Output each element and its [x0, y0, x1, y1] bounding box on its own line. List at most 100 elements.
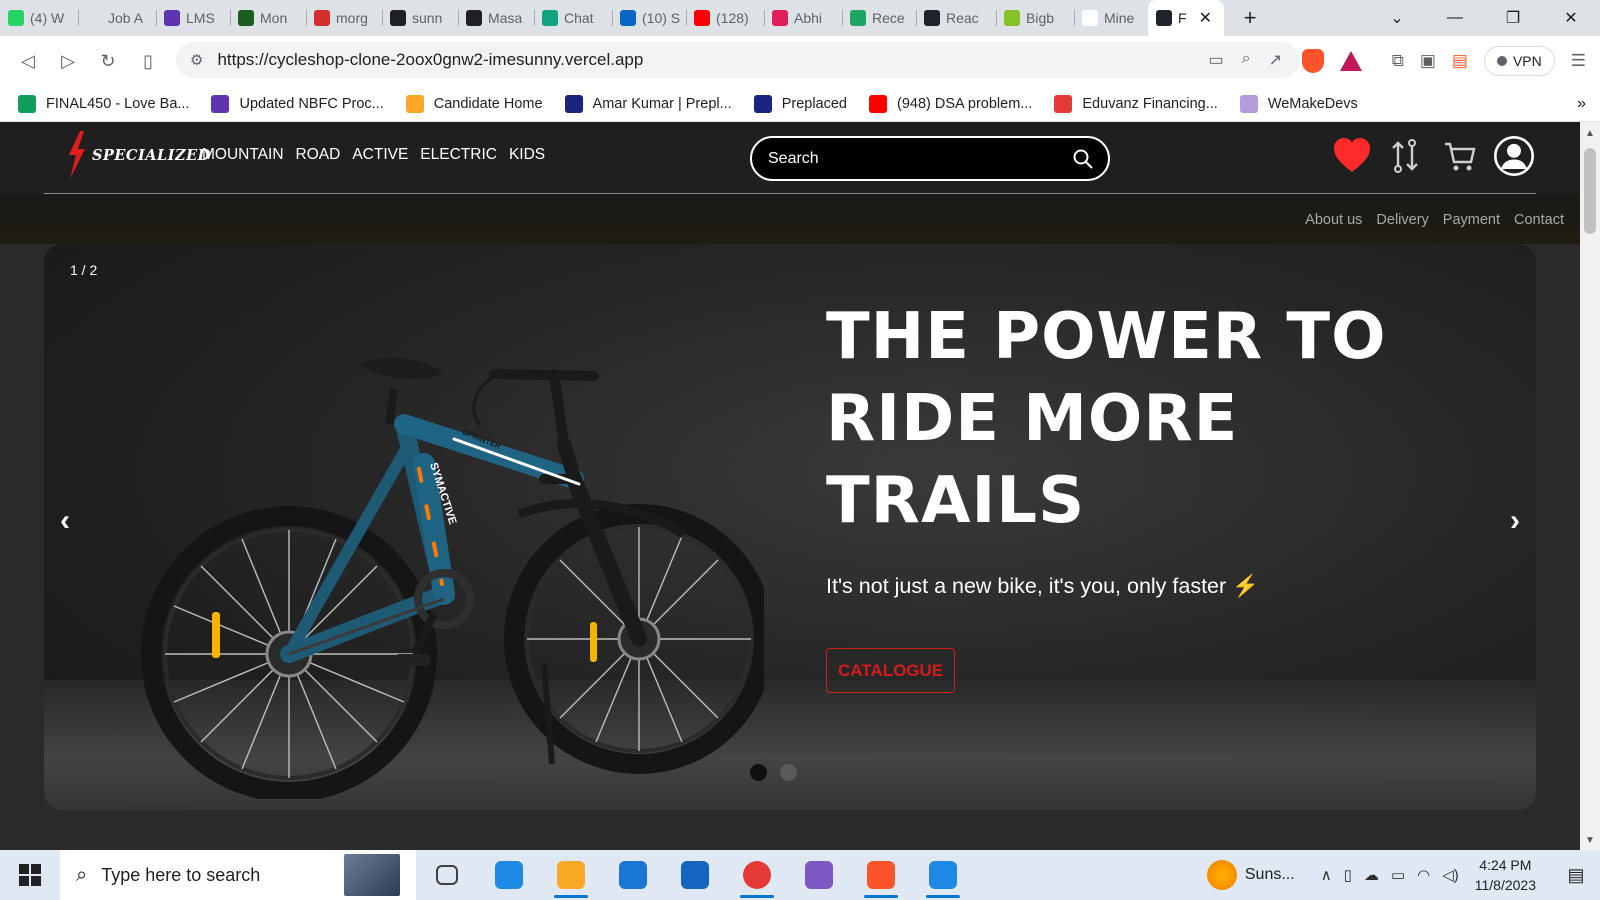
battery-icon[interactable]: ▭: [1391, 866, 1405, 884]
search-input[interactable]: [768, 149, 1072, 168]
bookmark-item[interactable]: FINAL450 - Love Ba...: [18, 94, 189, 113]
vpn-button[interactable]: VPN: [1483, 46, 1555, 76]
taskbar-search[interactable]: ⌕ Type here to search: [60, 850, 416, 900]
sidebar-icon[interactable]: ▣: [1420, 51, 1436, 71]
github-icon: [390, 10, 406, 26]
browser-tab[interactable]: LMS: [156, 0, 230, 36]
taskbar-app[interactable]: [416, 850, 478, 900]
bookmark-item[interactable]: Candidate Home: [405, 94, 543, 113]
compare-button[interactable]: [1386, 134, 1426, 178]
scroll-down-icon[interactable]: ▼: [1585, 835, 1595, 846]
carousel-dot[interactable]: [780, 764, 797, 781]
new-tab-button[interactable]: +: [1232, 0, 1268, 36]
close-tab-icon[interactable]: ✕: [1199, 8, 1212, 28]
taskbar-app[interactable]: [602, 850, 664, 900]
brave-shields-icon[interactable]: [1301, 49, 1324, 73]
chatgpt-icon: [542, 10, 558, 26]
bookmark-item[interactable]: Updated NBFC Proc...: [211, 94, 384, 113]
wishlist-button[interactable]: [1332, 134, 1372, 178]
bookmark-item[interactable]: Amar Kumar | Prepl...: [564, 94, 732, 113]
weather-widget[interactable]: Suns...: [1206, 860, 1295, 890]
back-button[interactable]: ◁: [8, 41, 48, 81]
brand-logo[interactable]: SPECIALIZED: [66, 130, 211, 180]
preplaced-icon: [753, 94, 772, 113]
carousel-dot[interactable]: [750, 764, 767, 781]
nav-mountain[interactable]: MOUNTAIN: [202, 146, 284, 164]
clock[interactable]: 4:24 PM 11/8/2023: [1475, 855, 1536, 895]
browser-tab[interactable]: Bigb: [996, 0, 1074, 36]
bookmark-item[interactable]: Preplaced: [753, 94, 847, 113]
reload-button[interactable]: ↻: [88, 41, 128, 81]
restore-icon[interactable]: ❐: [1484, 0, 1542, 36]
scroll-up-icon[interactable]: ▲: [1585, 128, 1595, 139]
menu-icon[interactable]: ☰: [1571, 51, 1586, 71]
browser-tab[interactable]: Masa: [458, 0, 534, 36]
hero-tagline: It's not just a new bike, it's you, only…: [826, 574, 1259, 598]
bookmark-item[interactable]: WeMakeDevs: [1239, 94, 1358, 113]
close-window-icon[interactable]: ✕: [1542, 0, 1600, 36]
link-delivery[interactable]: Delivery: [1376, 212, 1428, 228]
forward-button[interactable]: ▷: [48, 41, 88, 81]
browser-tab[interactable]: morg: [306, 0, 382, 36]
extensions-icon[interactable]: ⧉: [1392, 51, 1404, 71]
main-nav: MOUNTAIN ROAD ACTIVE ELECTRIC KIDS: [202, 146, 545, 164]
share-icon[interactable]: ↗: [1269, 50, 1282, 70]
site-info-icon[interactable]: ⚙: [190, 51, 203, 69]
taskbar-app[interactable]: [540, 850, 602, 900]
carousel-prev-icon[interactable]: ‹: [60, 504, 70, 538]
browser-tab[interactable]: (10) S: [612, 0, 686, 36]
page-scrollbar[interactable]: ▲ ▼: [1580, 122, 1600, 850]
wifi-icon[interactable]: ◠: [1417, 866, 1430, 884]
carousel-next-icon[interactable]: ›: [1510, 504, 1520, 538]
taskbar-app[interactable]: [664, 850, 726, 900]
browser-tab[interactable]: F ✕: [1148, 0, 1224, 36]
link-contact[interactable]: Contact: [1514, 212, 1564, 228]
browser-tab[interactable]: Mine: [1074, 0, 1148, 36]
browser-tab[interactable]: Job A: [78, 0, 156, 36]
device-icon[interactable]: ▯: [1344, 866, 1352, 884]
brave-rewards-icon[interactable]: [1339, 51, 1362, 71]
chevron-up-icon[interactable]: ∧: [1321, 866, 1332, 884]
scrollbar-thumb[interactable]: [1584, 148, 1596, 234]
bookmarks-overflow-icon[interactable]: »: [1577, 95, 1586, 113]
whatsapp-icon: [8, 10, 24, 26]
taskbar-app[interactable]: [850, 850, 912, 900]
browser-tab[interactable]: sunn: [382, 0, 458, 36]
browser-tab[interactable]: Rece: [842, 0, 916, 36]
wallet-icon[interactable]: ▤: [1452, 51, 1468, 71]
nav-electric[interactable]: ELECTRIC: [420, 146, 497, 164]
nav-kids[interactable]: KIDS: [509, 146, 545, 164]
browser-tab[interactable]: Chat: [534, 0, 612, 36]
address-bar[interactable]: ⚙ https://cycleshop-clone-2oox0gnw2-imes…: [176, 42, 1300, 78]
bookmark-icon[interactable]: ▯: [128, 41, 168, 81]
taskbar-app[interactable]: [788, 850, 850, 900]
search-icon[interactable]: [1072, 148, 1094, 170]
notifications-icon[interactable]: ▤: [1558, 865, 1594, 886]
cart-button[interactable]: [1440, 134, 1480, 178]
tab-search-icon[interactable]: ⌄: [1368, 0, 1426, 36]
catalogue-button[interactable]: CATALOGUE: [826, 648, 956, 693]
browser-tab[interactable]: Abhi: [764, 0, 842, 36]
taskbar-app[interactable]: [726, 850, 788, 900]
minimize-icon[interactable]: —: [1426, 0, 1484, 36]
nav-active[interactable]: ACTIVE: [352, 146, 408, 164]
bookmark-item[interactable]: (948) DSA problem...: [868, 94, 1032, 113]
cast-icon[interactable]: ▭: [1209, 50, 1224, 70]
browser-tab[interactable]: (4) W: [0, 0, 78, 36]
bookmark-item[interactable]: Eduvanz Financing...: [1054, 94, 1218, 113]
link-payment[interactable]: Payment: [1443, 212, 1500, 228]
browser-tab[interactable]: Reac: [916, 0, 996, 36]
taskbar-app[interactable]: [912, 850, 974, 900]
start-button[interactable]: [0, 850, 60, 900]
zoom-icon[interactable]: ⌕: [1242, 50, 1251, 70]
volume-icon[interactable]: ◁): [1442, 866, 1459, 884]
nav-road[interactable]: ROAD: [296, 146, 341, 164]
browser-tab[interactable]: (128): [686, 0, 764, 36]
browser-tab[interactable]: Mon: [230, 0, 306, 36]
link-about-us[interactable]: About us: [1305, 212, 1362, 228]
vpn-label: VPN: [1512, 53, 1542, 69]
info-links: About us Delivery Payment Contact: [1305, 212, 1564, 228]
taskbar-app[interactable]: [478, 850, 540, 900]
onedrive-icon[interactable]: ☁: [1364, 866, 1379, 884]
account-button[interactable]: [1494, 134, 1534, 178]
